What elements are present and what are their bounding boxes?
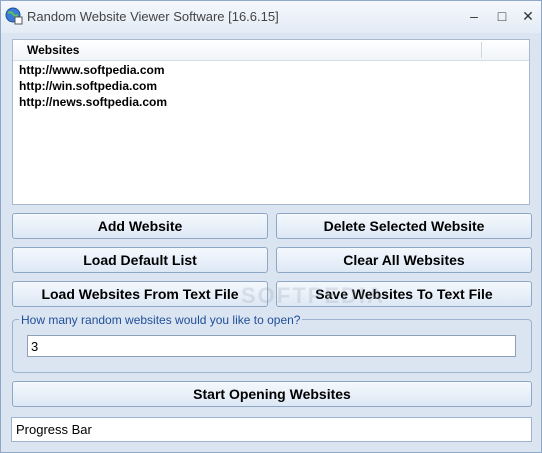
window-title: Random Website Viewer Software [16.6.15] (27, 9, 279, 24)
load-default-list-button[interactable]: Load Default List (12, 247, 268, 273)
clear-all-websites-button[interactable]: Clear All Websites (276, 247, 532, 273)
minimize-button[interactable]: – (463, 5, 485, 27)
website-count-input[interactable] (27, 335, 516, 357)
delete-selected-website-button[interactable]: Delete Selected Website (276, 213, 532, 239)
list-header[interactable]: Websites (13, 40, 529, 61)
progress-label: Progress Bar (16, 422, 92, 437)
websites-column-header[interactable]: Websites (27, 43, 79, 57)
app-window: Random Website Viewer Software [16.6.15]… (0, 0, 542, 453)
add-website-button[interactable]: Add Website (12, 213, 268, 239)
list-rows: http://www.softpedia.com http://win.soft… (19, 62, 167, 110)
title-bar[interactable]: Random Website Viewer Software [16.6.15]… (1, 1, 541, 33)
list-item[interactable]: http://win.softpedia.com (19, 78, 167, 94)
list-item[interactable]: http://news.softpedia.com (19, 94, 167, 110)
save-to-text-file-button[interactable]: Save Websites To Text File (276, 281, 532, 307)
start-opening-websites-button[interactable]: Start Opening Websites (12, 381, 532, 407)
list-item[interactable]: http://www.softpedia.com (19, 62, 167, 78)
close-button[interactable]: ✕ (517, 5, 539, 27)
count-group-label: How many random websites would you like … (19, 313, 303, 327)
load-from-text-file-button[interactable]: Load Websites From Text File (12, 281, 268, 307)
maximize-button[interactable]: □ (491, 5, 513, 27)
progress-bar: Progress Bar (11, 417, 532, 442)
globe-app-icon (5, 7, 23, 25)
websites-list[interactable]: Websites http://www.softpedia.com http:/… (12, 39, 530, 205)
column-separator[interactable] (481, 42, 482, 58)
